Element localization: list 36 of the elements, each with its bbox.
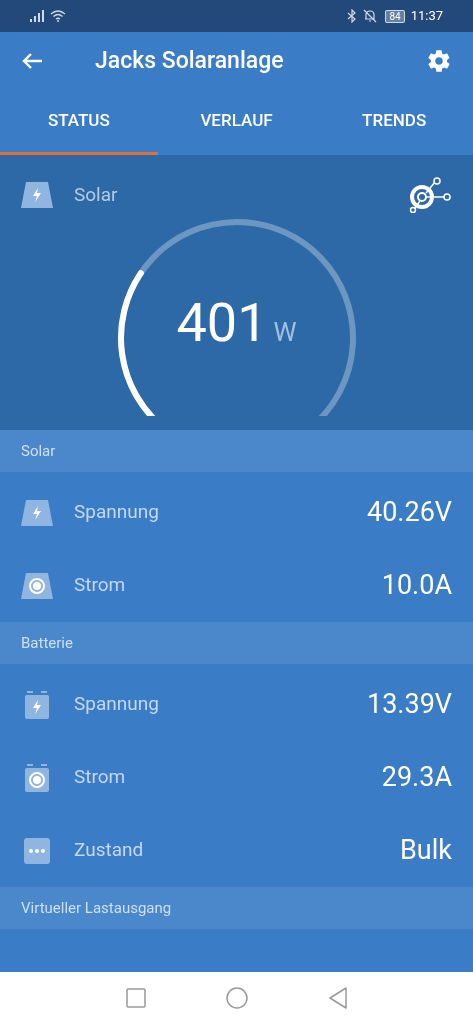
- row-label: Spannung: [74, 499, 159, 526]
- row-value: 13.39V: [367, 687, 452, 723]
- power-value: 401: [176, 296, 268, 350]
- battery-dot-icon: [24, 763, 50, 792]
- row-value: 40.26V: [367, 495, 452, 531]
- row-label: Zustand: [74, 837, 144, 864]
- tab[interactable]: VERLAUF: [157, 90, 316, 155]
- page-title: Jacks Solaranlage: [95, 45, 284, 76]
- home-icon[interactable]: [225, 987, 248, 1009]
- section-title: Virtueller Lastausgang: [21, 897, 172, 919]
- row-label: Spannung: [74, 691, 159, 718]
- battery-bolt-icon: [24, 690, 50, 719]
- row-value: Bulk: [400, 833, 452, 869]
- network-icon: [408, 177, 452, 213]
- bell-off-icon: [363, 9, 378, 23]
- row-label: Strom: [74, 764, 126, 791]
- row-value: 10.0A: [381, 568, 452, 604]
- gauge-label: Solar: [74, 181, 118, 208]
- back-arrow-icon: [21, 52, 43, 70]
- back-icon[interactable]: [327, 987, 348, 1009]
- wifi-icon: [50, 10, 66, 22]
- bluetooth-icon: [347, 9, 358, 23]
- recent-apps-icon[interactable]: [125, 988, 146, 1008]
- section-title: Solar: [21, 440, 56, 462]
- power-unit: W: [273, 319, 297, 345]
- settings-icon: [426, 48, 452, 74]
- section-title: Batterie: [21, 632, 73, 654]
- signal-icon: [30, 10, 46, 22]
- battery-indicator: 84: [385, 9, 405, 23]
- solar-panel-bolt-icon: [21, 182, 53, 208]
- tab[interactable]: TRENDS: [315, 90, 473, 155]
- more-icon: [24, 837, 50, 864]
- row-value: 29.3A: [381, 760, 452, 796]
- clock: 11:37: [410, 7, 443, 26]
- solar-panel-bolt-icon: [21, 499, 53, 526]
- row-label: Strom: [74, 572, 126, 599]
